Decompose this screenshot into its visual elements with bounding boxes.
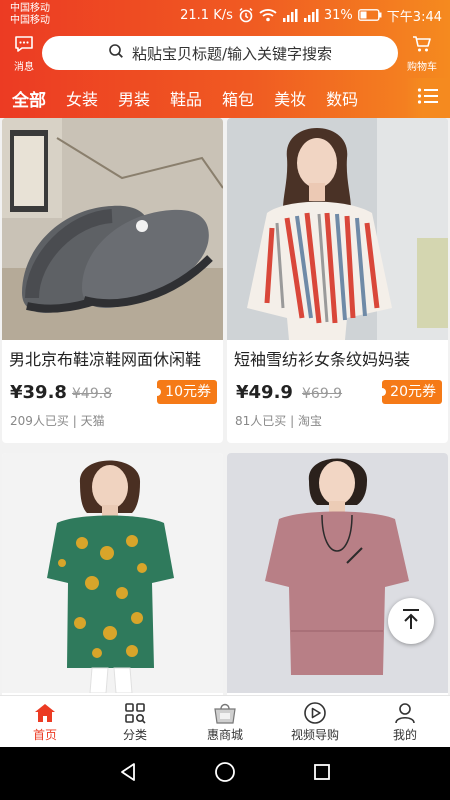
product-title: 男北京布鞋凉鞋网面休闲鞋 — [9, 350, 202, 369]
system-navigation-bar — [0, 747, 450, 800]
product-image — [2, 453, 223, 693]
original-price: ¥49.8 — [72, 386, 113, 402]
category-tabs: 全部 女装 男装 鞋品 箱包 美妆 数码 — [0, 78, 450, 118]
clock-time: 下午3:44 — [386, 9, 442, 25]
menu-list-icon — [417, 87, 439, 109]
tab-womens[interactable]: 女装 — [66, 86, 98, 110]
product-image — [227, 118, 448, 340]
platform-label: 淘宝 — [297, 414, 322, 428]
cart-label: 购物车 — [407, 62, 437, 73]
coupon-badge: 10元券 — [153, 380, 217, 404]
product-card[interactable]: 短袖雪纺衫女条纹妈妈装 ¥49.9 ¥69.9 20元券 81人已买 | 淘宝 — [227, 118, 448, 443]
nav-video[interactable]: 视频导购 — [270, 696, 360, 747]
product-image — [227, 453, 448, 693]
original-price: ¥69.9 — [302, 386, 343, 402]
product-card[interactable] — [2, 453, 223, 695]
meta-separator: | — [290, 414, 295, 428]
product-price: ¥39.8 — [10, 382, 67, 403]
message-label: 消息 — [14, 62, 34, 73]
sales-count: 81人已买 — [235, 414, 287, 428]
nav-profile[interactable]: 我的 — [360, 696, 450, 747]
carrier-2: 中国移动 — [10, 15, 50, 26]
net-speed: 21.1 K/s — [180, 7, 233, 23]
battery-percent: 31% — [323, 7, 353, 23]
video-play-icon — [303, 700, 327, 726]
nav-home[interactable]: 首页 — [0, 696, 90, 747]
nav-profile-label: 我的 — [392, 728, 417, 742]
product-meta: 81人已买 | 淘宝 — [227, 412, 448, 429]
carrier-info: 中国移动 中国移动 — [10, 3, 50, 27]
user-icon — [394, 700, 416, 726]
product-card[interactable]: 男北京布鞋凉鞋网面休闲鞋 ¥39.8 ¥49.8 10元券 209人已买 | 天… — [2, 118, 223, 443]
coupon-badge: 20元券 — [378, 380, 442, 404]
message-button[interactable]: 消息 — [4, 34, 44, 74]
search-placeholder: 粘贴宝贝标题/输入关键字搜索 — [131, 44, 333, 63]
product-price: ¥49.9 — [236, 382, 293, 403]
nav-home-label: 首页 — [32, 728, 57, 742]
status-bar: 中国移动 中国移动 21.1 K/s 31% 下午3:44 — [0, 0, 450, 32]
nav-video-label: 视频导购 — [290, 728, 339, 742]
carrier-1: 中国移动 — [10, 3, 50, 14]
back-to-top-button[interactable] — [388, 598, 434, 644]
signal-icon — [282, 8, 298, 22]
nav-mall-label: 惠商城 — [206, 728, 243, 742]
product-title: 短袖雪纺衫女条纹妈妈装 — [234, 350, 411, 369]
nav-category[interactable]: 分类 — [90, 696, 180, 747]
tab-beauty[interactable]: 美妆 — [274, 86, 306, 110]
cart-button[interactable]: 购物车 — [402, 34, 442, 74]
product-card[interactable] — [227, 453, 448, 695]
home-circle-icon[interactable] — [213, 760, 237, 788]
cart-icon — [412, 35, 432, 57]
tab-mens[interactable]: 男装 — [118, 86, 150, 110]
meta-separator: | — [72, 414, 77, 428]
battery-icon — [357, 9, 382, 21]
sales-count: 209人已买 — [10, 414, 69, 428]
app-header: 消息 粘贴宝贝标题/输入关键字搜索 购物车 — [0, 32, 450, 78]
alarm-icon — [238, 7, 254, 23]
tab-shoes[interactable]: 鞋品 — [170, 86, 202, 110]
back-triangle-icon[interactable] — [117, 761, 139, 787]
product-feed: 男北京布鞋凉鞋网面休闲鞋 ¥39.8 ¥49.8 10元券 209人已买 | 天… — [0, 118, 450, 695]
category-icon — [124, 700, 146, 726]
nav-category-label: 分类 — [122, 728, 147, 742]
search-icon — [108, 43, 124, 63]
home-icon — [34, 700, 56, 726]
product-image — [2, 118, 223, 340]
tab-digital[interactable]: 数码 — [326, 86, 358, 110]
tab-bags[interactable]: 箱包 — [222, 86, 254, 110]
category-menu-button[interactable] — [406, 78, 450, 118]
bottom-navigation: 首页 分类 惠商城 视频导购 我的 — [0, 695, 450, 747]
nav-mall[interactable]: 惠商城 — [180, 696, 270, 747]
wifi-icon — [259, 8, 277, 22]
mall-icon — [212, 700, 238, 726]
message-icon — [14, 35, 34, 57]
signal-icon-2 — [303, 8, 319, 22]
platform-label: 天猫 — [80, 414, 105, 428]
arrow-up-icon — [400, 607, 422, 635]
tab-all[interactable]: 全部 — [12, 86, 46, 111]
product-meta: 209人已买 | 天猫 — [2, 412, 223, 429]
recents-square-icon[interactable] — [311, 761, 333, 787]
search-bar[interactable]: 粘贴宝贝标题/输入关键字搜索 — [42, 36, 398, 70]
